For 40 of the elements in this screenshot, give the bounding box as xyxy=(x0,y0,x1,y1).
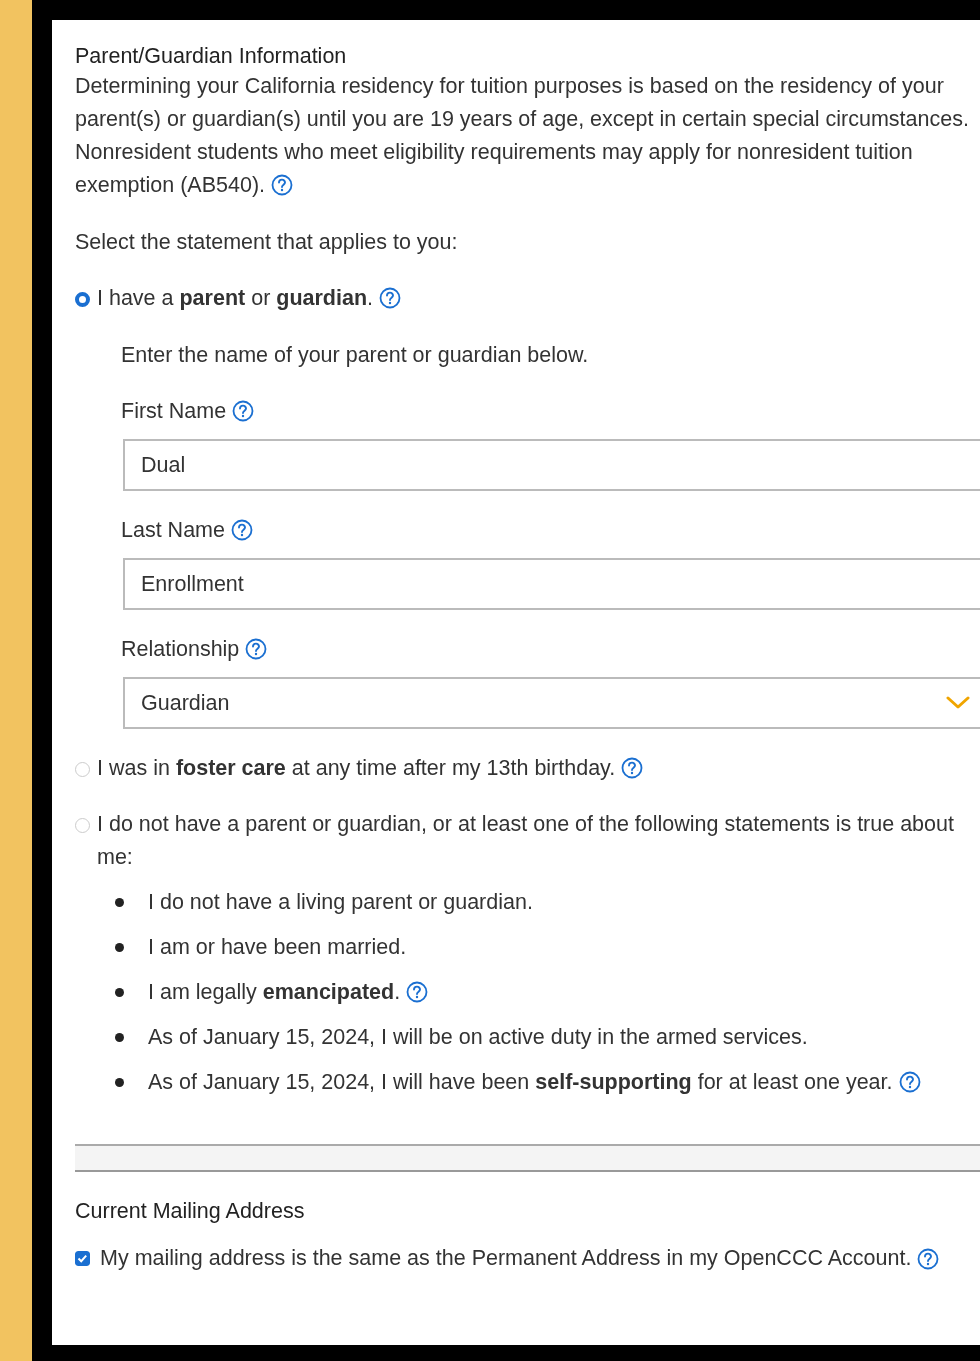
select-field[interactable]: Guardian xyxy=(123,677,980,729)
checkbox-label: My mailing address is the same as the Permanent Address in my OpenCCC Account. xyxy=(100,1246,912,1271)
section-title: Current Mailing Address xyxy=(75,1198,306,1225)
help-icon[interactable] xyxy=(379,287,402,309)
help-icon[interactable] xyxy=(406,981,429,1003)
help-icon[interactable] xyxy=(621,757,644,779)
section-title: Parent/Guardian Information xyxy=(75,43,348,70)
description-line: Nonresident students who meet eligibility requirements may apply for nonresident tuition xyxy=(75,140,913,164)
prompt-text: Select the statement that applies to you: xyxy=(75,229,459,256)
bullet-icon xyxy=(115,988,124,997)
description-line: exemption (AB540). xyxy=(75,173,265,197)
description-line: Determining your California residency for tuition purposes is based on the residency of your xyxy=(75,74,944,98)
field-label: First Name xyxy=(121,399,227,423)
description-line: parent(s) or guardian(s) until you are 19 years of age, except in certain special circumstances. xyxy=(75,107,969,131)
bullet-text: As of January 15, 2024, I will have been self-supporting for at least one year. xyxy=(148,1070,893,1094)
bullet-icon xyxy=(115,943,124,952)
checkbox[interactable] xyxy=(75,1251,90,1266)
option-label: I have a parent or guardian. xyxy=(97,286,374,310)
help-icon[interactable] xyxy=(917,1247,940,1270)
field-label: Relationship xyxy=(121,637,240,661)
option-label: I was in foster care at any time after my 13th birthday. xyxy=(97,756,616,780)
option-label: I do not have a parent or guardian, or at least one of the following statements is true about me: xyxy=(97,812,954,869)
help-icon[interactable] xyxy=(245,638,268,660)
help-icon[interactable] xyxy=(230,519,253,541)
help-icon[interactable] xyxy=(232,400,255,422)
instruction-text: Enter the name of your parent or guardian below. xyxy=(121,342,590,369)
bullet-text: I am legally emancipated. xyxy=(148,980,401,1004)
bullet-text: I am or have been married. xyxy=(148,935,407,959)
bullet-icon xyxy=(115,898,124,907)
text-field[interactable]: Enrollment xyxy=(123,558,980,610)
bullet-text: As of January 15, 2024, I will be on active duty in the armed services. xyxy=(148,1025,808,1049)
help-icon[interactable] xyxy=(271,174,293,196)
bullet-text: I do not have a living parent or guardian. xyxy=(148,890,533,914)
field-label: Last Name xyxy=(121,518,225,542)
help-icon[interactable] xyxy=(898,1071,921,1093)
chevron-down-icon xyxy=(946,696,970,710)
radio-button[interactable] xyxy=(75,292,90,307)
text-field[interactable]: Dual xyxy=(123,439,980,491)
bullet-icon xyxy=(115,1033,124,1042)
bullet-icon xyxy=(115,1078,124,1087)
